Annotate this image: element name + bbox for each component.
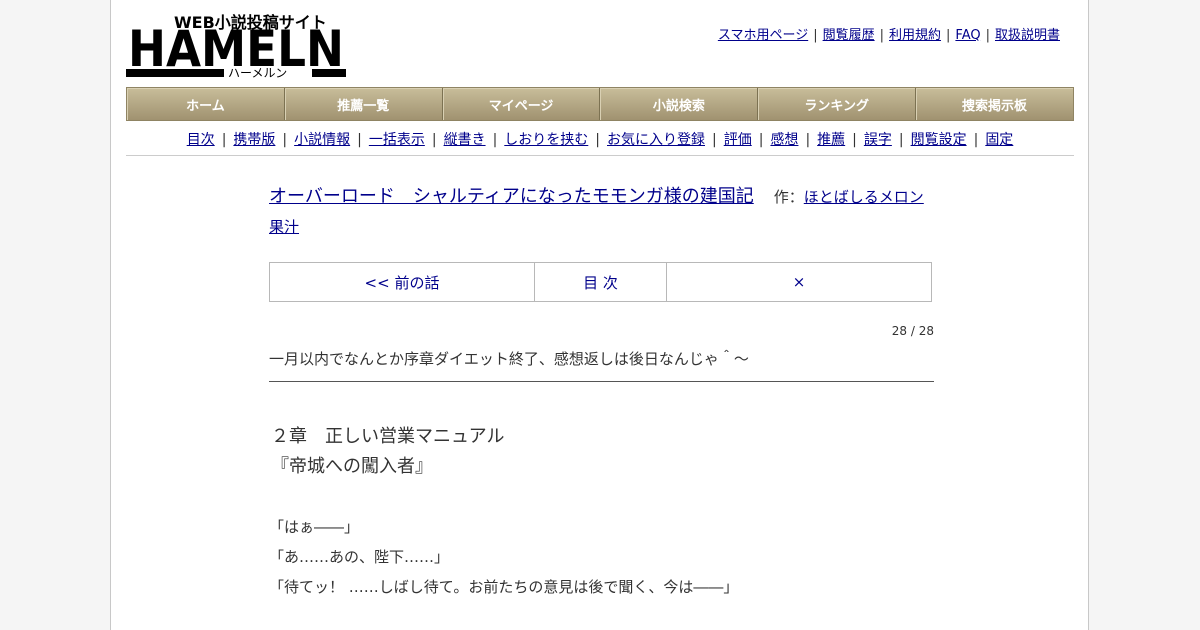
logo-graphic: WEB小説投稿サイト HAMELN ハーメルン [126,13,346,80]
chapter-title: ２章 正しい営業マニュアル [271,426,505,447]
top-link-terms[interactable]: 利用規約 [889,28,941,43]
novel-title-link[interactable]: オーバーロード シャルティアになったモモンガ様の建国記 [269,186,754,207]
hameln-logo[interactable]: WEB小説投稿サイト HAMELN ハーメルン [126,10,346,80]
novel-header: オーバーロード シャルティアになったモモンガ様の建国記 作：ほとばしるメロン果汁 [269,182,934,242]
sub-nav-toc[interactable]: 目次 [187,132,215,148]
episode-body: 「はぁ――」 「あ……あの、陛下……」 「待てッ！ ……しばし待て。お前たちの意… [269,512,934,602]
main-nav-search[interactable]: 小説検索 [600,88,759,120]
author-foreword: 一月以内でなんとか序章ダイエット終了、感想返しは後日なんじゃ＾～ [269,348,934,382]
main-nav-recommend[interactable]: 推薦一覧 [285,88,443,120]
sub-nav-bookmark[interactable]: しおりを挟む [504,132,588,148]
author-label: 作： [773,188,804,206]
top-links: スマホ用ページ | 閲覧履歴 | 利用規約 | FAQ | 取扱説明書 [717,28,1060,43]
next-episode-link[interactable]: × [793,273,806,291]
sub-nav-info[interactable]: 小説情報 [294,132,350,148]
sub-nav-settings[interactable]: 閲覧設定 [911,132,967,148]
sub-nav-favorite[interactable]: お気に入り登録 [607,132,705,148]
page-container: WEB小説投稿サイト HAMELN ハーメルン スマホ用ページ | 閲覧履歴 | 利用規… [110,0,1089,630]
sub-nav-all[interactable]: 一括表示 [369,132,425,148]
episode-nav: << 前の話 目 次 × [269,262,932,302]
main-nav-ranking[interactable]: ランキング [758,88,917,120]
chapter-heading: ２章 正しい営業マニュアル 『帝城への闖入者』 [269,422,934,482]
logo-kana: ハーメルン [228,66,287,80]
main-nav: ホーム 推薦一覧 マイページ 小説検索 ランキング 捜索掲示板 [126,87,1074,121]
main-nav-board[interactable]: 捜索掲示板 [916,88,1073,120]
page-count: 28 / 28 [891,324,934,338]
sub-nav-review[interactable]: 感想 [770,132,798,148]
toc-link[interactable]: 目 次 [583,274,618,292]
sub-nav-mobile[interactable]: 携帯版 [233,132,275,148]
main-nav-home[interactable]: ホーム [127,88,285,120]
body-line: 「はぁ――」 [269,518,360,536]
sub-nav: 目次 | 携帯版 | 小説情報 | 一括表示 | 縦書き | しおりを挟む | お気に入り登録 | 評価 | 感… [126,129,1074,156]
body-line: 「あ……あの、陛下……」 [269,548,450,566]
sub-nav-recommend[interactable]: 推薦 [817,132,845,148]
episode-title: 『帝城への闖入者』 [271,456,433,477]
episode-content: オーバーロード シャルティアになったモモンガ様の建国記 作：ほとばしるメロン果汁 … [269,182,934,602]
sub-nav-fix[interactable]: 固定 [985,132,1013,148]
sub-nav-typo[interactable]: 誤字 [864,132,892,148]
sub-nav-rating[interactable]: 評価 [724,132,752,148]
prev-episode-link[interactable]: << 前の話 [365,274,440,292]
sub-nav-vertical[interactable]: 縦書き [444,132,486,148]
body-line: 「待てッ！ ……しばし待て。お前たちの意見は後で聞く、今は――」 [269,578,739,596]
top-link-smartphone[interactable]: スマホ用ページ [718,28,808,43]
top-link-manual[interactable]: 取扱説明書 [995,28,1060,43]
top-link-history[interactable]: 閲覧履歴 [823,28,875,43]
top-link-faq[interactable]: FAQ [955,28,980,43]
main-nav-mypage[interactable]: マイページ [443,88,601,120]
